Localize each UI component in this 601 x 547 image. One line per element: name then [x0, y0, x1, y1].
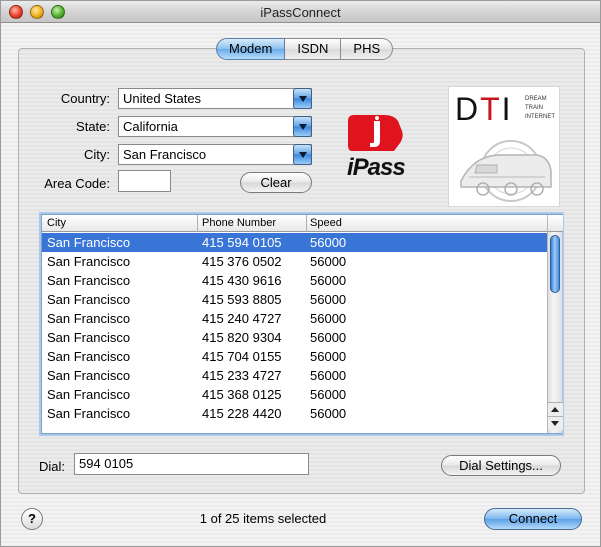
- dti-letter: D: [455, 91, 481, 127]
- table-row[interactable]: San Francisco 415 704 0155 56000: [42, 347, 547, 366]
- cell-city: San Francisco: [47, 292, 131, 307]
- cell-city: San Francisco: [47, 349, 131, 364]
- country-label: Country:: [60, 91, 110, 106]
- cell-speed: 56000: [310, 330, 347, 345]
- cell-phone: 415 820 9304: [202, 330, 282, 345]
- dti-logo-text: DTI: [455, 91, 513, 128]
- cell-phone: 415 594 0105: [202, 235, 282, 250]
- chevron-down-icon: [293, 88, 312, 109]
- dial-label: Dial:: [38, 459, 65, 474]
- tab-isdn[interactable]: ISDN: [285, 38, 342, 60]
- connection-type-tabs: Modem ISDN PHS: [216, 38, 394, 60]
- state-value: California: [123, 119, 178, 134]
- table-row[interactable]: San Francisco 415 593 8805 56000: [42, 290, 547, 309]
- tab-modem[interactable]: Modem: [216, 38, 286, 60]
- clear-button[interactable]: Clear: [240, 172, 312, 193]
- window-title: iPassConnect: [260, 5, 341, 20]
- connect-button[interactable]: Connect: [484, 508, 582, 530]
- cell-phone: 415 240 4727: [202, 311, 282, 326]
- cell-city: San Francisco: [47, 235, 131, 250]
- cell-speed: 56000: [310, 387, 347, 402]
- area-code-input[interactable]: [118, 170, 171, 192]
- chevron-down-icon: [293, 144, 312, 165]
- table-row[interactable]: San Francisco 415 430 9616 56000: [42, 271, 547, 290]
- cell-speed: 56000: [310, 368, 347, 383]
- scroll-up-arrow-icon[interactable]: [548, 402, 563, 416]
- dial-number-input[interactable]: 594 0105: [74, 453, 309, 475]
- table-header: City Phone Number Speed: [42, 215, 547, 232]
- column-header-phone[interactable]: Phone Number: [202, 217, 276, 229]
- cell-phone: 415 704 0155: [202, 349, 282, 364]
- state-select[interactable]: California: [118, 116, 312, 137]
- cell-speed: 56000: [310, 311, 347, 326]
- city-label: City:: [84, 147, 110, 162]
- table-row[interactable]: San Francisco 415 594 0105 56000: [42, 233, 547, 252]
- cell-city: San Francisco: [47, 387, 131, 402]
- cell-speed: 56000: [310, 273, 347, 288]
- cell-city: San Francisco: [47, 254, 131, 269]
- column-divider: [197, 215, 198, 232]
- tab-phs[interactable]: PHS: [341, 38, 394, 60]
- state-label: State:: [76, 119, 110, 134]
- ipass-logo-text: iPass: [347, 154, 406, 181]
- city-value: San Francisco: [123, 147, 207, 162]
- cell-phone: 415 368 0125: [202, 387, 282, 402]
- table-row[interactable]: San Francisco 415 820 9304 56000: [42, 328, 547, 347]
- cell-speed: 56000: [310, 254, 347, 269]
- table-row[interactable]: San Francisco 415 368 0125 56000: [42, 385, 547, 404]
- table-row[interactable]: San Francisco 415 228 4420 56000: [42, 404, 547, 423]
- cell-city: San Francisco: [47, 330, 131, 345]
- table-row[interactable]: San Francisco 415 376 0502 56000: [42, 252, 547, 271]
- vertical-scrollbar[interactable]: [547, 215, 563, 433]
- title-bar[interactable]: iPassConnect: [1, 1, 600, 23]
- city-select[interactable]: San Francisco: [118, 144, 312, 165]
- dial-settings-button[interactable]: Dial Settings...: [441, 455, 561, 476]
- cell-speed: 56000: [310, 406, 347, 421]
- selection-status: 1 of 25 items selected: [199, 511, 327, 526]
- cell-speed: 56000: [310, 235, 347, 250]
- scrollbar-corner: [548, 215, 563, 232]
- country-value: United States: [123, 91, 202, 106]
- column-header-city[interactable]: City: [47, 217, 66, 229]
- cell-city: San Francisco: [47, 273, 131, 288]
- chevron-down-icon: [293, 116, 312, 137]
- scrollbar-thumb[interactable]: [550, 235, 560, 293]
- dti-tagline: DREAM TRAIN INTERNET: [525, 96, 555, 120]
- cell-phone: 415 376 0502: [202, 254, 282, 269]
- cell-speed: 56000: [310, 292, 347, 307]
- cell-city: San Francisco: [47, 368, 131, 383]
- area-code-label: Area Code:: [44, 176, 110, 191]
- table-row[interactable]: San Francisco 415 240 4727 56000: [42, 309, 547, 328]
- table-body: San Francisco 415 594 0105 56000 San Franci…: [42, 233, 547, 433]
- cell-phone: 415 430 9616: [202, 273, 282, 288]
- cell-phone: 415 228 4420: [202, 406, 282, 421]
- train-emblem-icon: [460, 140, 552, 202]
- dti-logo: DTI DREAM TRAIN INTERNET: [448, 86, 560, 207]
- dti-letter: T: [480, 91, 502, 127]
- scroll-down-arrow-icon[interactable]: [548, 416, 563, 430]
- table-row[interactable]: San Francisco 415 233 4727 56000: [42, 366, 547, 385]
- country-select[interactable]: United States: [118, 88, 312, 109]
- cell-city: San Francisco: [47, 311, 131, 326]
- cell-city: San Francisco: [47, 406, 131, 421]
- cell-phone: 415 593 8805: [202, 292, 282, 307]
- access-number-table[interactable]: City Phone Number Speed San Francisco 415…: [41, 214, 563, 434]
- column-divider: [306, 215, 307, 232]
- column-header-speed[interactable]: Speed: [310, 217, 342, 229]
- cell-phone: 415 233 4727: [202, 368, 282, 383]
- cell-speed: 56000: [310, 349, 347, 364]
- ipass-window: iPassConnect Modem ISDN PHS Country: Uni…: [0, 0, 601, 547]
- dti-letter: I: [501, 91, 513, 127]
